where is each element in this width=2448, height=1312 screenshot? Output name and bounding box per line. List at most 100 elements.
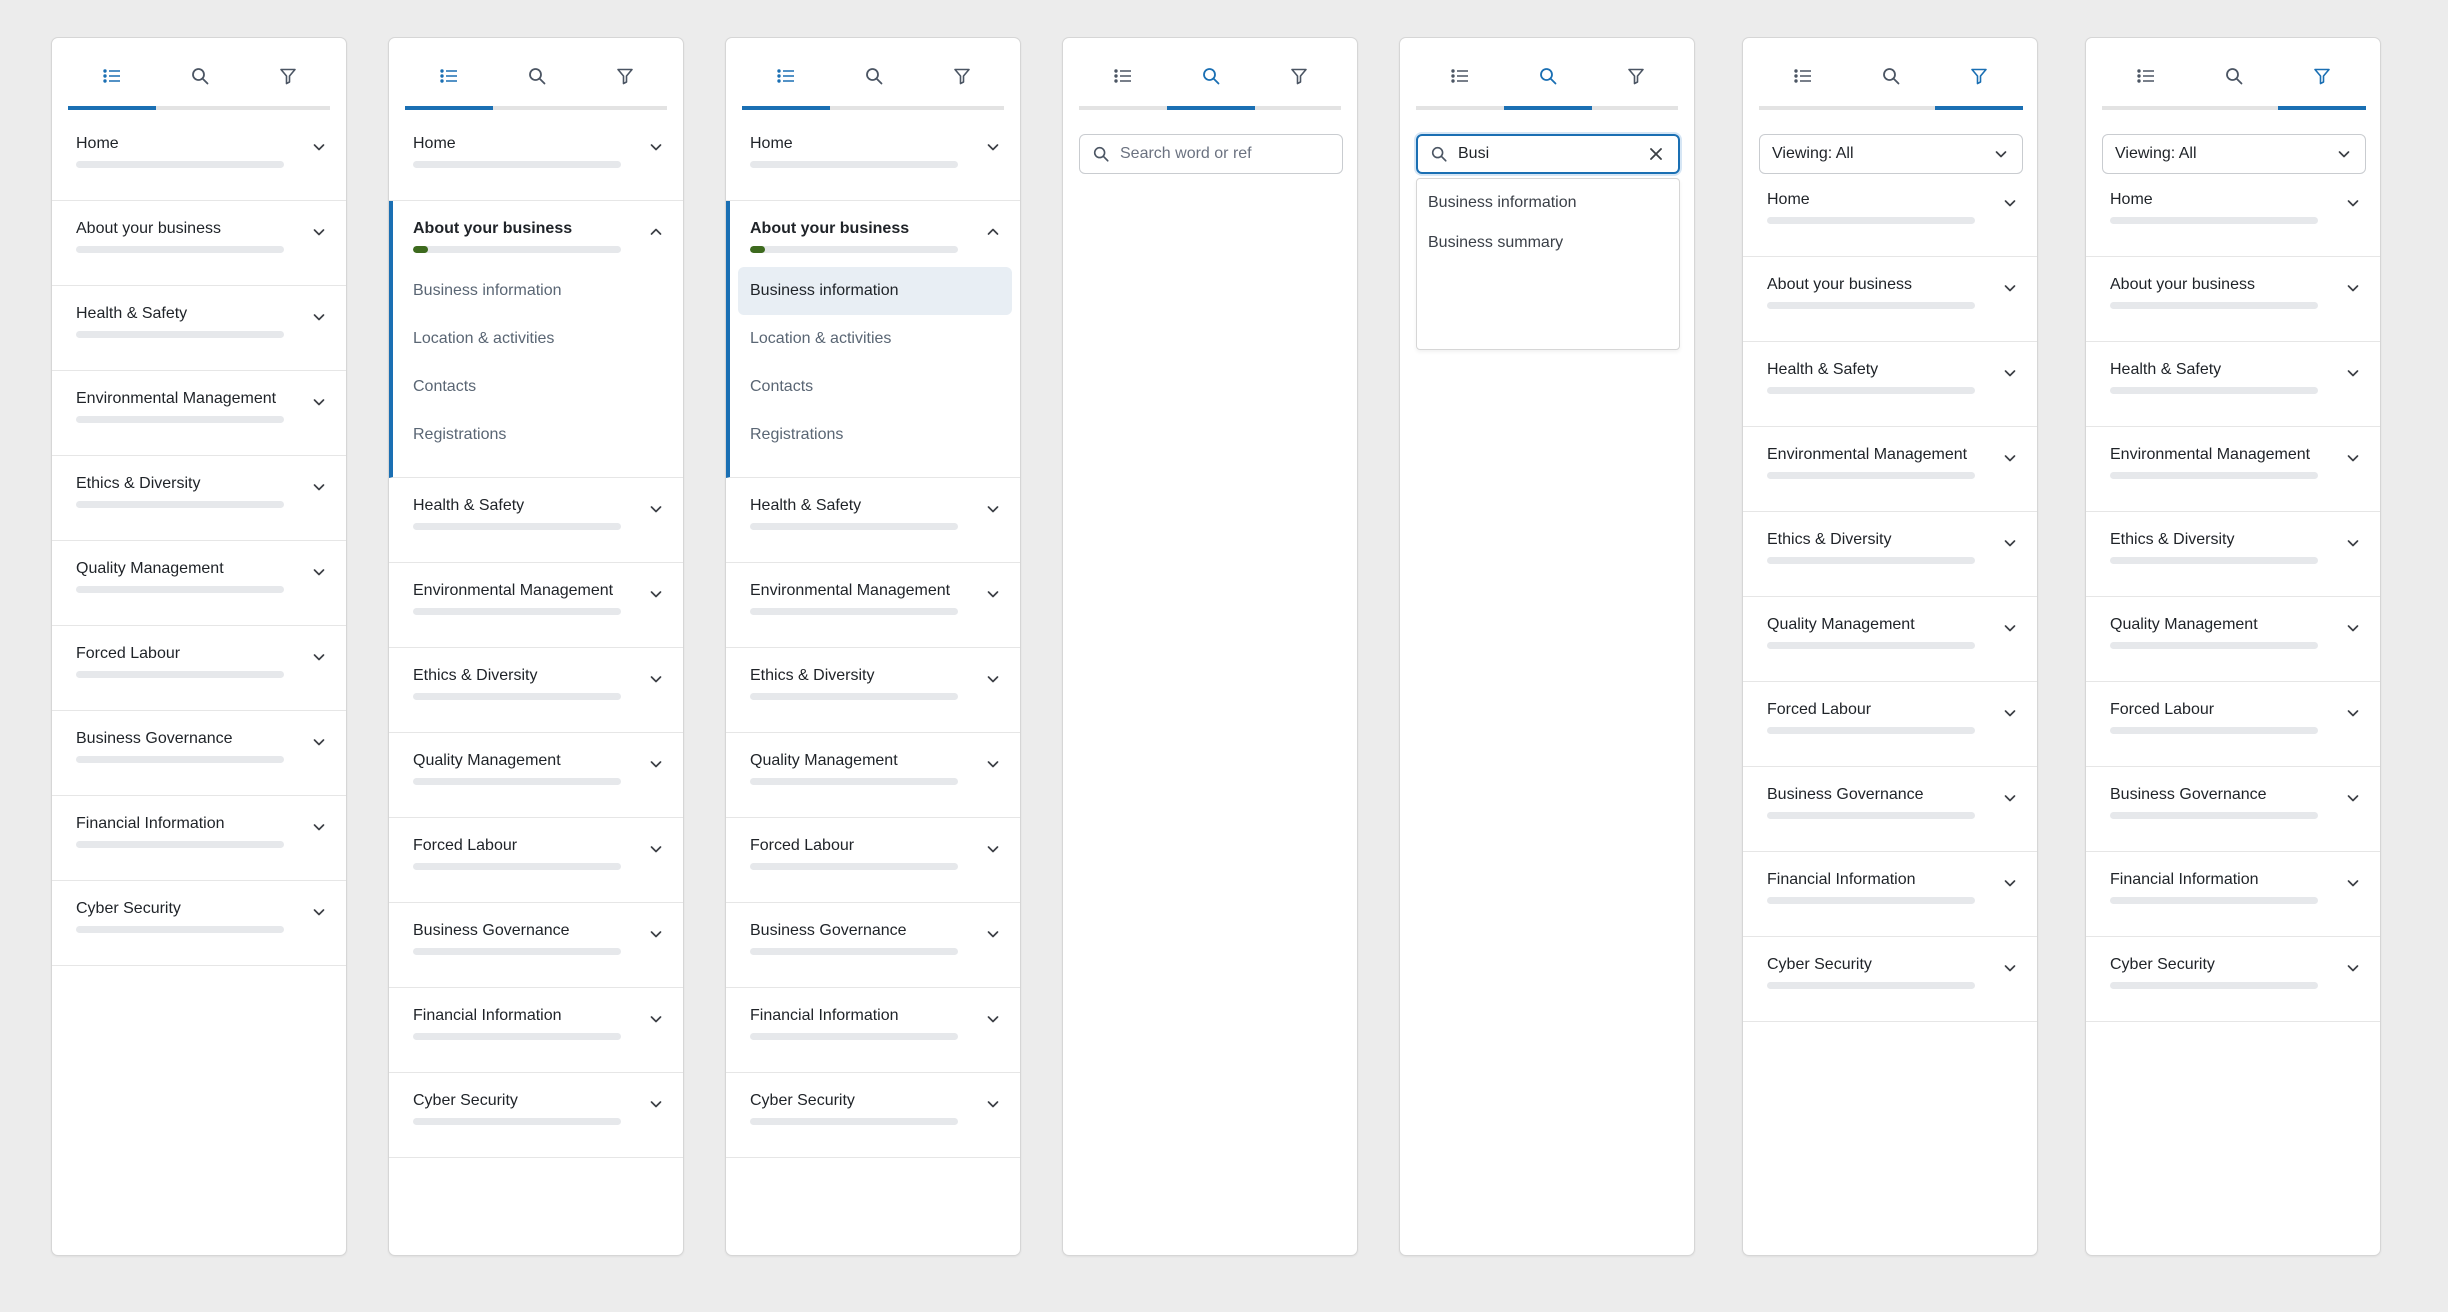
chevron-down-icon[interactable]	[986, 140, 1000, 154]
suggestion-item[interactable]: Business information	[1417, 183, 1679, 223]
section-header[interactable]: About your business	[52, 201, 346, 285]
chevron-down-icon[interactable]	[986, 672, 1000, 686]
section-item[interactable]: About your business	[1743, 257, 2037, 342]
section-header[interactable]: Environmental Management	[389, 563, 683, 647]
chevron-down-icon[interactable]	[2346, 706, 2360, 720]
chevron-down-icon[interactable]	[2003, 706, 2017, 720]
section-header[interactable]: Business Governance	[726, 903, 1020, 987]
section-item[interactable]: Home	[726, 116, 1020, 201]
chevron-down-icon[interactable]	[2346, 196, 2360, 210]
section-item[interactable]: Financial Information	[52, 796, 346, 881]
section-item[interactable]: Cyber Security	[1743, 937, 2037, 1022]
clear-icon[interactable]	[1648, 146, 1664, 162]
chevron-up-icon[interactable]	[649, 225, 663, 239]
section-item[interactable]: About your business Business information L…	[389, 201, 683, 478]
section-item[interactable]: Forced Labour	[389, 818, 683, 903]
chevron-down-icon[interactable]	[649, 140, 663, 154]
section-item[interactable]: Environmental Management	[2086, 427, 2380, 512]
section-header[interactable]: Forced Labour	[389, 818, 683, 902]
section-item[interactable]: Cyber Security	[726, 1073, 1020, 1158]
chevron-down-icon[interactable]	[649, 502, 663, 516]
section-header[interactable]: Health & Safety	[389, 478, 683, 562]
section-item[interactable]: Cyber Security	[52, 881, 346, 966]
subsection-item[interactable]: Registrations	[401, 411, 675, 459]
chevron-down-icon[interactable]	[312, 650, 326, 664]
section-header[interactable]: Environmental Management	[726, 563, 1020, 647]
subsection-item[interactable]: Registrations	[738, 411, 1012, 459]
section-header[interactable]: Home	[389, 116, 683, 200]
subsection-item[interactable]: Business information	[401, 267, 675, 315]
section-header[interactable]: Financial Information	[2086, 852, 2380, 936]
tab-filter[interactable]	[1255, 56, 1343, 110]
tab-search[interactable]	[830, 56, 918, 110]
section-item[interactable]: Environmental Management	[1743, 427, 2037, 512]
section-item[interactable]: Business Governance	[2086, 767, 2380, 852]
viewing-select[interactable]: Viewing: All	[2102, 134, 2366, 174]
chevron-down-icon[interactable]	[649, 842, 663, 856]
tab-filter[interactable]	[244, 56, 332, 110]
chevron-down-icon[interactable]	[312, 395, 326, 409]
section-header[interactable]: Quality Management	[52, 541, 346, 625]
chevron-down-icon[interactable]	[649, 757, 663, 771]
section-item[interactable]: Quality Management	[726, 733, 1020, 818]
tab-list[interactable]	[1759, 56, 1847, 110]
chevron-down-icon[interactable]	[986, 1012, 1000, 1026]
tab-search[interactable]	[493, 56, 581, 110]
search-field[interactable]	[1416, 134, 1680, 174]
search-input[interactable]	[1120, 145, 1300, 163]
section-header[interactable]: Quality Management	[1743, 597, 2037, 681]
section-header[interactable]: Home	[726, 116, 1020, 200]
section-header[interactable]: About your business	[1743, 257, 2037, 341]
section-item[interactable]: Forced Labour	[2086, 682, 2380, 767]
chevron-down-icon[interactable]	[649, 927, 663, 941]
section-item[interactable]: Quality Management	[52, 541, 346, 626]
section-item[interactable]: Home	[1743, 172, 2037, 257]
chevron-down-icon[interactable]	[986, 502, 1000, 516]
section-item[interactable]: Financial Information	[726, 988, 1020, 1073]
section-item[interactable]: Forced Labour	[52, 626, 346, 711]
chevron-down-icon[interactable]	[986, 927, 1000, 941]
section-header[interactable]: Business Governance	[1743, 767, 2037, 851]
chevron-down-icon[interactable]	[2346, 451, 2360, 465]
chevron-down-icon[interactable]	[2346, 366, 2360, 380]
section-header[interactable]: Business Governance	[2086, 767, 2380, 851]
chevron-down-icon[interactable]	[986, 587, 1000, 601]
section-item[interactable]: Financial Information	[2086, 852, 2380, 937]
section-header[interactable]: Ethics & Diversity	[52, 456, 346, 540]
tab-search[interactable]	[2190, 56, 2278, 110]
section-item[interactable]: Quality Management	[2086, 597, 2380, 682]
section-item[interactable]: Cyber Security	[389, 1073, 683, 1158]
search-field[interactable]	[1079, 134, 1343, 174]
tab-search[interactable]	[1847, 56, 1935, 110]
tab-search[interactable]	[1167, 56, 1255, 110]
section-item[interactable]: Financial Information	[1743, 852, 2037, 937]
chevron-down-icon[interactable]	[312, 310, 326, 324]
section-item[interactable]: Quality Management	[1743, 597, 2037, 682]
section-item[interactable]: Financial Information	[389, 988, 683, 1073]
section-item[interactable]: Environmental Management	[52, 371, 346, 456]
section-header[interactable]: Health & Safety	[726, 478, 1020, 562]
chevron-down-icon[interactable]	[2003, 536, 2017, 550]
subsection-item[interactable]: Contacts	[401, 363, 675, 411]
section-header[interactable]: Business Governance	[52, 711, 346, 795]
section-item[interactable]: About your business	[2086, 257, 2380, 342]
chevron-down-icon[interactable]	[312, 565, 326, 579]
section-header[interactable]: About your business	[2086, 257, 2380, 341]
chevron-down-icon[interactable]	[986, 1097, 1000, 1111]
section-header[interactable]: Environmental Management	[1743, 427, 2037, 511]
section-item[interactable]: Ethics & Diversity	[1743, 512, 2037, 597]
chevron-down-icon[interactable]	[2346, 536, 2360, 550]
chevron-down-icon[interactable]	[2003, 876, 2017, 890]
chevron-down-icon[interactable]	[2003, 366, 2017, 380]
chevron-down-icon[interactable]	[2346, 621, 2360, 635]
section-item[interactable]: Health & Safety	[52, 286, 346, 371]
chevron-down-icon[interactable]	[2346, 876, 2360, 890]
section-header[interactable]: Health & Safety	[52, 286, 346, 370]
section-header[interactable]: Environmental Management	[2086, 427, 2380, 511]
section-header[interactable]: Home	[1743, 172, 2037, 256]
chevron-up-icon[interactable]	[986, 225, 1000, 239]
section-item[interactable]: Environmental Management	[389, 563, 683, 648]
section-item[interactable]: Home	[52, 116, 346, 201]
chevron-down-icon[interactable]	[312, 820, 326, 834]
section-item[interactable]: Home	[389, 116, 683, 201]
